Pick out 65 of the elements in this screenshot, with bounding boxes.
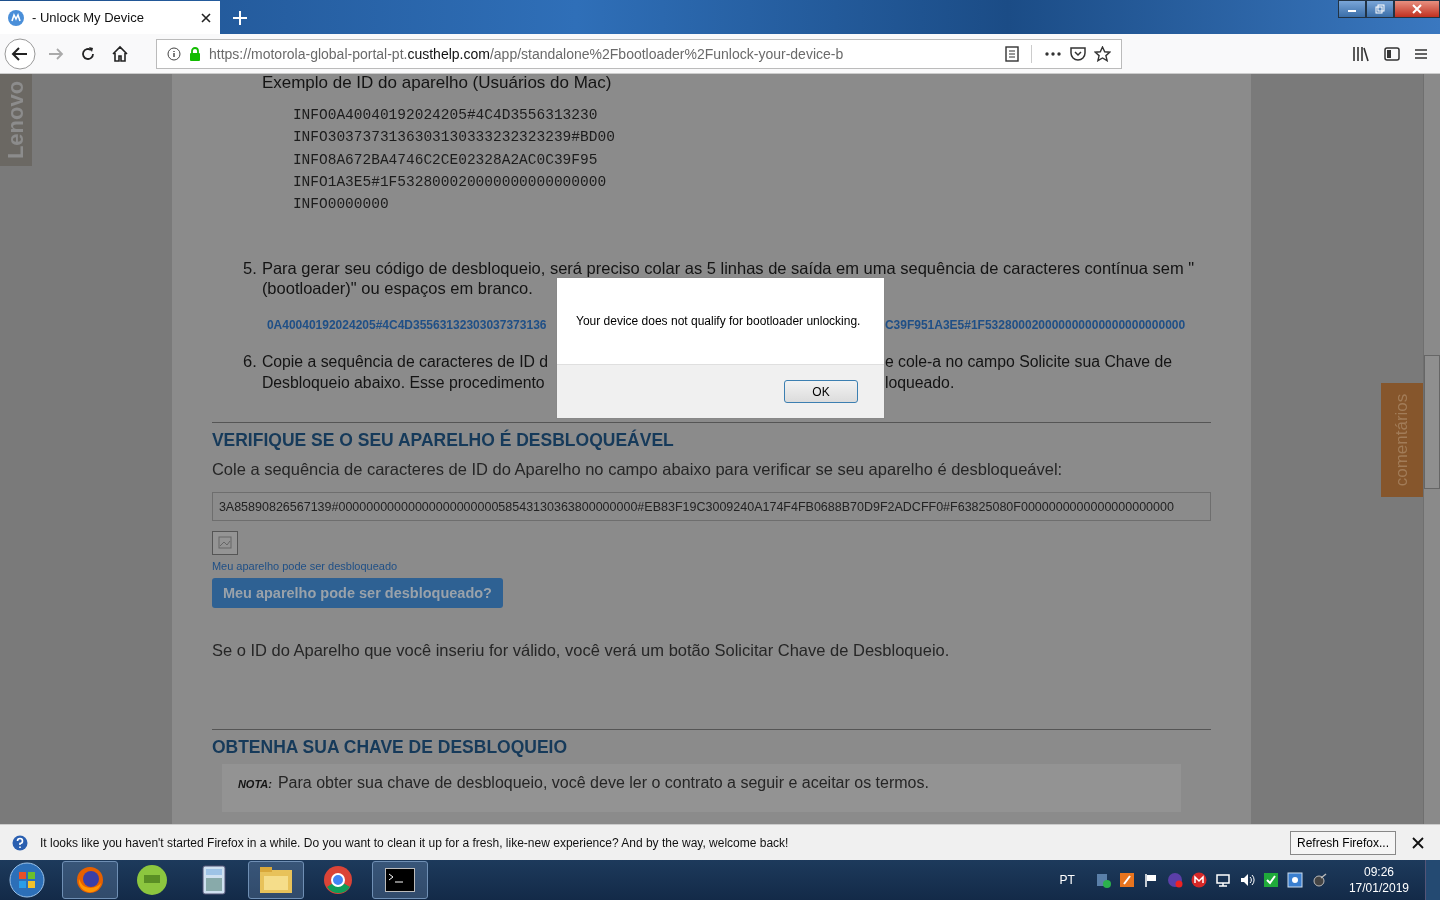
device-id-field[interactable]: 3A85890826567139#0000000000000000000000058543130363800000000#EB83F19C3009240A174F4FB0688B70D9F2ADCFF0#F63825080F0000000000000000000000 — [211, 492, 1212, 522]
terminal-icon[interactable] — [372, 861, 428, 899]
scrollbar[interactable] — [1423, 74, 1440, 824]
browser-tab[interactable]: - Unlock My Device — [0, 1, 220, 34]
restore-button[interactable] — [1366, 0, 1394, 18]
sidebar-icon[interactable] — [1384, 46, 1400, 61]
site-logo-icon — [8, 9, 24, 26]
reload-icon[interactable] — [79, 44, 97, 63]
step-number: 5. — [242, 258, 258, 280]
minimize-button[interactable] — [1338, 0, 1366, 18]
step-number: 6. — [242, 351, 258, 373]
clock-time[interactable]: 09:26 — [1363, 864, 1394, 880]
step-text: e cole-a no campo Solicite sua Chave de — [884, 352, 1173, 373]
lock-icon — [189, 46, 201, 61]
tray-app-icon[interactable] — [1118, 872, 1135, 888]
flag-icon[interactable] — [1142, 872, 1159, 888]
joined-id-text: 0A40040192024205#4C4D35563132303037373136 — [266, 318, 548, 333]
reader-view-icon[interactable] — [1005, 45, 1019, 62]
section-heading: VERIFIQUE SE O SEU APARELHO É DESBLOQUEÁVEL — [211, 430, 675, 451]
volume-icon[interactable] — [1238, 872, 1255, 888]
code-line: INFO0000000 — [292, 195, 390, 215]
step-text: Desbloqueio abaixo. Esse procedimento — [261, 373, 546, 394]
library-icon[interactable] — [1352, 45, 1370, 62]
notification-text: It looks like you haven't started Firefox in a while. Do you want to clean it up for a fresh, like-new experience? And by the way, welcome back! — [40, 835, 789, 850]
instruction-text: Cole a sequência de caracteres de ID do Aparelho no campo abaixo para verificar se seu aparelho é desbloqueável: — [211, 459, 1064, 480]
close-button[interactable] — [1394, 0, 1440, 18]
back-icon[interactable] — [4, 37, 36, 70]
scrollbar-thumb[interactable] — [1424, 355, 1440, 489]
code-line: INFO1A3E5#1F532800020000000000000000 — [292, 172, 608, 192]
step-text: Copie a sequência de caracteres de ID d — [261, 352, 550, 373]
language-indicator[interactable]: PT — [1059, 873, 1075, 887]
start-button[interactable] — [8, 861, 46, 899]
broken-image-icon — [211, 531, 238, 556]
new-tab-icon[interactable] — [232, 10, 248, 26]
note-label: NOTA: — [237, 778, 272, 791]
info-text: Se o ID do Aparelho que você inseriu for válido, você verá um botão Solicitar Chave de Desbloqueio. — [211, 640, 951, 661]
bookmark-star-icon[interactable] — [1094, 45, 1111, 62]
restore-icon — [1375, 4, 1385, 14]
menu-icon[interactable] — [1414, 47, 1428, 60]
close-icon[interactable] — [1412, 836, 1424, 849]
refresh-firefox-button[interactable]: Refresh Firefox... — [1289, 830, 1396, 855]
step-text: Para gerar seu código de desbloqueio, será preciso colar as 5 linhas de saída em uma sequência de caracteres contínua sem "(bootloader)" ou espaços em branco. — [261, 258, 1196, 299]
help-icon — [12, 834, 28, 851]
url-text: https://motorola-global-portal-pt.custhelp.com/app/standalone%2Fbootloader%2Funlock-your-device-b — [209, 45, 844, 62]
tray-app-icon[interactable] — [1286, 872, 1303, 888]
clock-date[interactable]: 17/01/2019 — [1348, 880, 1409, 896]
address-bar[interactable]: https://motorola-global-portal-pt.custhelp.com/app/standalone%2Fbootloader%2Funlock-your-device-b — [156, 38, 1122, 69]
section-heading: OBTENHA SUA CHAVE DE DESBLOQUEIO — [211, 737, 569, 758]
pocket-icon[interactable] — [1070, 46, 1086, 61]
code-line: INFO0A40040192024205#4C4D3556313230 — [292, 106, 599, 125]
close-icon[interactable] — [200, 11, 212, 24]
alert-message: Your device does not qualify for bootloader unlocking. — [576, 314, 861, 328]
more-icon[interactable] — [1044, 50, 1062, 57]
code-line: INFO8A672BA4746C2CE02328A2AC0C39F95 — [292, 150, 599, 170]
ok-button[interactable]: OK — [784, 380, 858, 403]
step-text: loqueado. — [884, 373, 956, 394]
example-title: Exemplo de ID do aparelho (Usuários do Mac) — [261, 74, 613, 92]
joined-id-text: C39F951A3E5#1F532800020000000000000000000000 — [884, 318, 1186, 333]
firefox-icon[interactable] — [62, 861, 118, 899]
home-icon[interactable] — [111, 44, 129, 63]
note-text: Para obter sua chave de desbloqueio, você deve ler o contrato a seguir e aceitar os termos. — [277, 774, 929, 793]
info-icon[interactable] — [167, 46, 181, 61]
close-icon — [1412, 4, 1422, 14]
folder-icon[interactable] — [248, 861, 304, 899]
code-line: INFO3037373136303130333232323239#BD00 — [292, 128, 616, 148]
